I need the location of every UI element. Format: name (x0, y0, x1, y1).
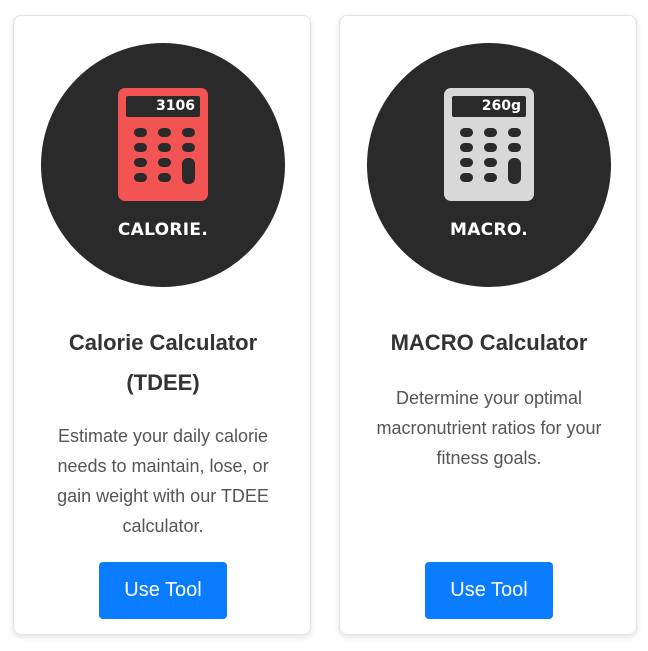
calculator-key (460, 173, 473, 182)
calculator-key (508, 128, 521, 137)
calculator-key (484, 128, 497, 137)
calculator-key (158, 158, 171, 167)
calculator-key (460, 128, 473, 137)
card-description: Estimate your daily calorie needs to mai… (57, 426, 269, 536)
calculator-key (484, 158, 497, 167)
calculator-key (134, 128, 147, 137)
tool-card-grid: 3106 CALORIE. Calorie Calculator (TDEE) … (0, 0, 648, 651)
use-tool-button[interactable]: Use Tool (99, 562, 227, 619)
calculator-key (158, 143, 171, 152)
calculator-key (460, 158, 473, 167)
use-tool-button[interactable]: Use Tool (425, 562, 553, 619)
calculator-key (460, 143, 473, 152)
card-description: Determine your optimal macronutrient rat… (376, 388, 602, 468)
calculator-key (134, 158, 147, 167)
thumbnail-label: CALORIE. (117, 220, 209, 240)
calculator-icon: 260g (444, 88, 534, 201)
calculator-key (182, 128, 195, 137)
calculator-key (134, 143, 147, 152)
calculator-key (134, 173, 147, 182)
macro-thumbnail: 260g MACRO. (367, 43, 611, 287)
calculator-key (484, 173, 497, 182)
card-title: MACRO Calculator (390, 330, 588, 355)
calculator-key (158, 128, 171, 137)
calculator-key (158, 173, 171, 182)
card-title: Calorie Calculator (TDEE) (68, 330, 258, 395)
calculator-screen: 3106 (126, 96, 200, 117)
thumbnail-label: MACRO. (450, 220, 528, 240)
calculator-icon: 3106 (118, 88, 208, 201)
calculator-key (508, 143, 521, 152)
tool-card-calorie: 3106 CALORIE. Calorie Calculator (TDEE) … (13, 15, 311, 635)
calculator-key (182, 158, 195, 184)
calculator-key (484, 143, 497, 152)
calculator-screen: 260g (452, 96, 526, 117)
calorie-thumbnail: 3106 CALORIE. (41, 43, 285, 287)
calculator-key (508, 158, 521, 184)
tool-card-macro: 260g MACRO. MACRO Calculator Determine y… (339, 15, 637, 635)
calculator-key (182, 143, 195, 152)
